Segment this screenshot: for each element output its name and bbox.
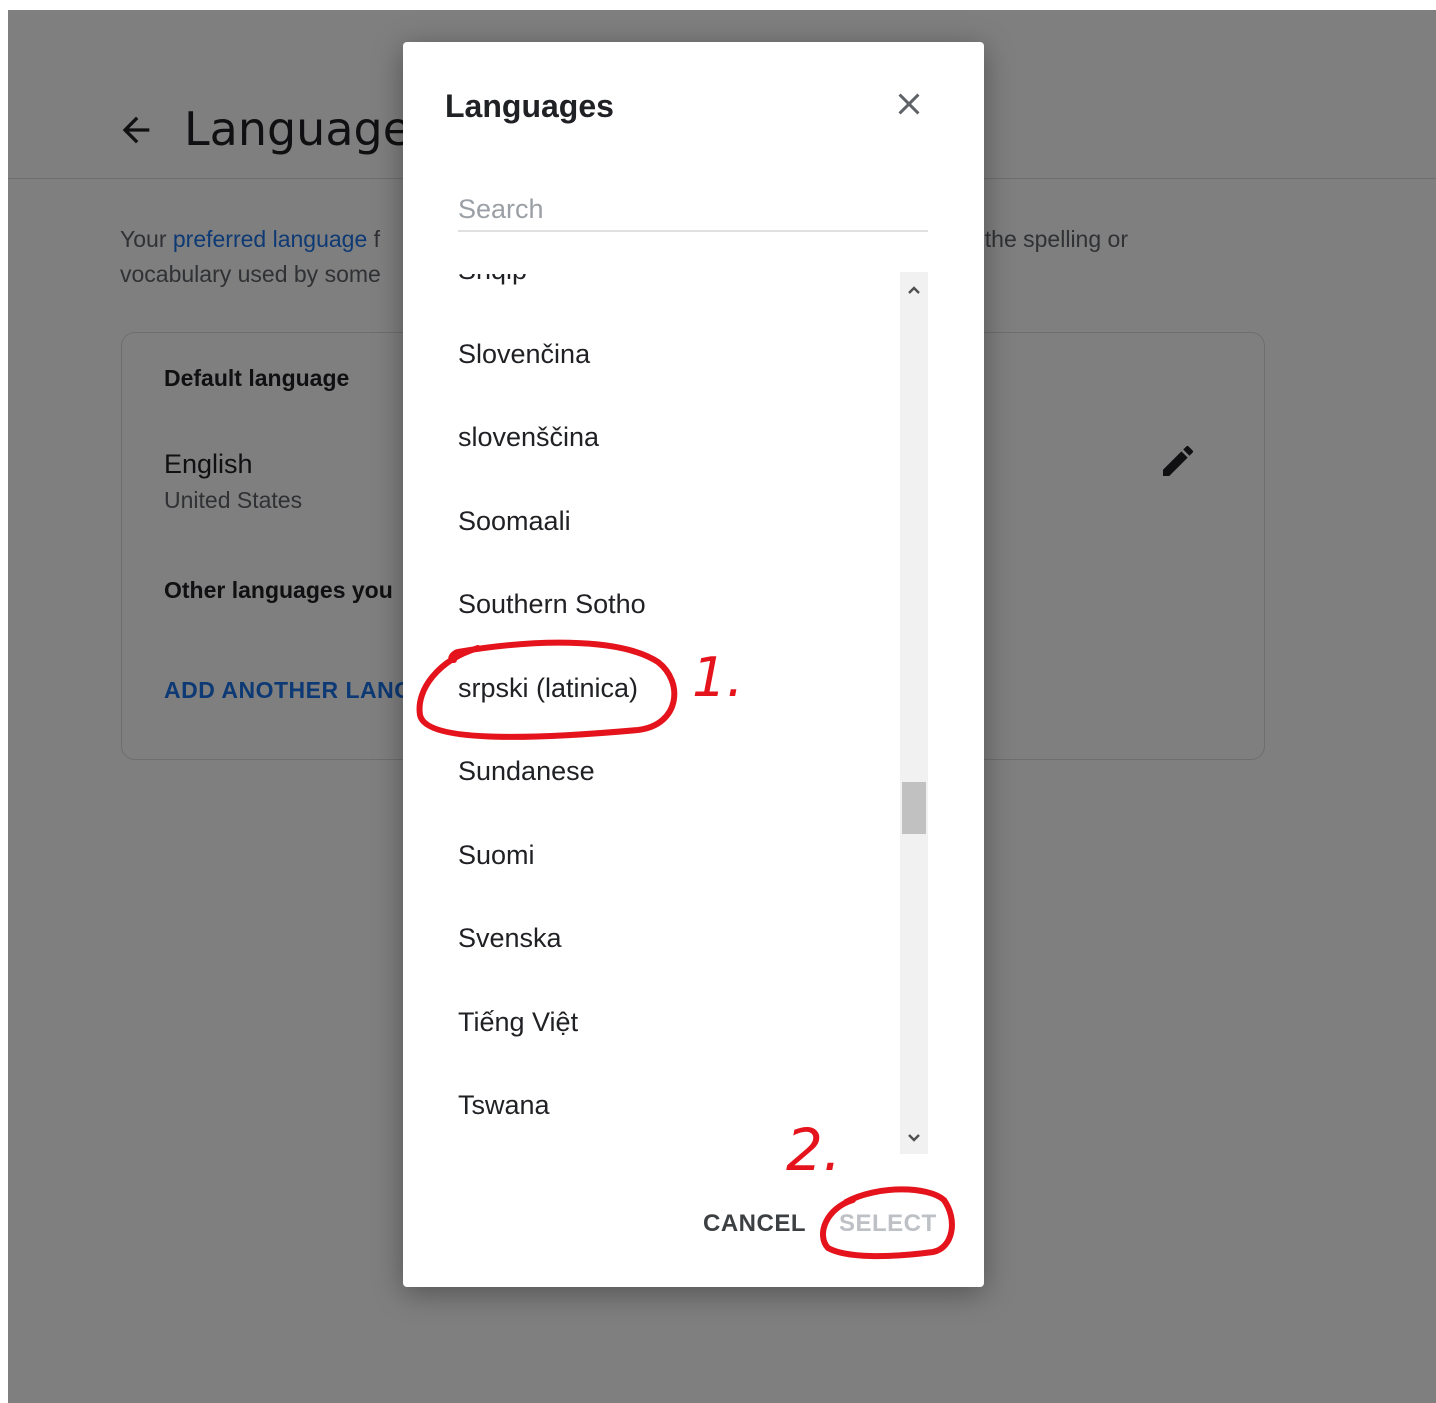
list-item-tswana[interactable]: Tswana [458, 1075, 550, 1135]
list-item-srpski-latinica[interactable]: srpski (latinica) [458, 658, 638, 718]
list-item-soomaali[interactable]: Soomaali [458, 491, 571, 551]
list-item-tieng-viet[interactable]: Tiếng Việt [458, 992, 578, 1052]
page: Language Your preferred language f vocab… [8, 10, 1436, 1403]
list-item-shqip[interactable]: Shqip [458, 274, 527, 300]
list-item-slovencina[interactable]: Slovenčina [458, 324, 590, 384]
close-icon[interactable] [891, 86, 927, 122]
list-item-southern-sotho[interactable]: Southern Sotho [458, 574, 646, 634]
languages-dialog: Languages Shqip Slovenčina slovenščina S… [403, 42, 984, 1287]
select-button[interactable]: SELECT [839, 1210, 937, 1238]
cancel-button[interactable]: CANCEL [703, 1210, 806, 1238]
list-item-svenska[interactable]: Svenska [458, 908, 562, 968]
list-item-slovenscina[interactable]: slovenščina [458, 407, 599, 467]
chevron-down-icon[interactable] [900, 1124, 928, 1152]
list-scrollbar[interactable] [900, 272, 928, 1154]
language-list: Shqip Slovenčina slovenščina Soomaali So… [458, 274, 898, 1154]
scrollbar-thumb[interactable] [902, 782, 926, 834]
list-item-suomi[interactable]: Suomi [458, 825, 535, 885]
search-input[interactable] [458, 188, 928, 232]
chevron-up-icon[interactable] [900, 276, 928, 304]
list-item-sundanese[interactable]: Sundanese [458, 741, 595, 801]
dialog-title: Languages [445, 88, 614, 124]
